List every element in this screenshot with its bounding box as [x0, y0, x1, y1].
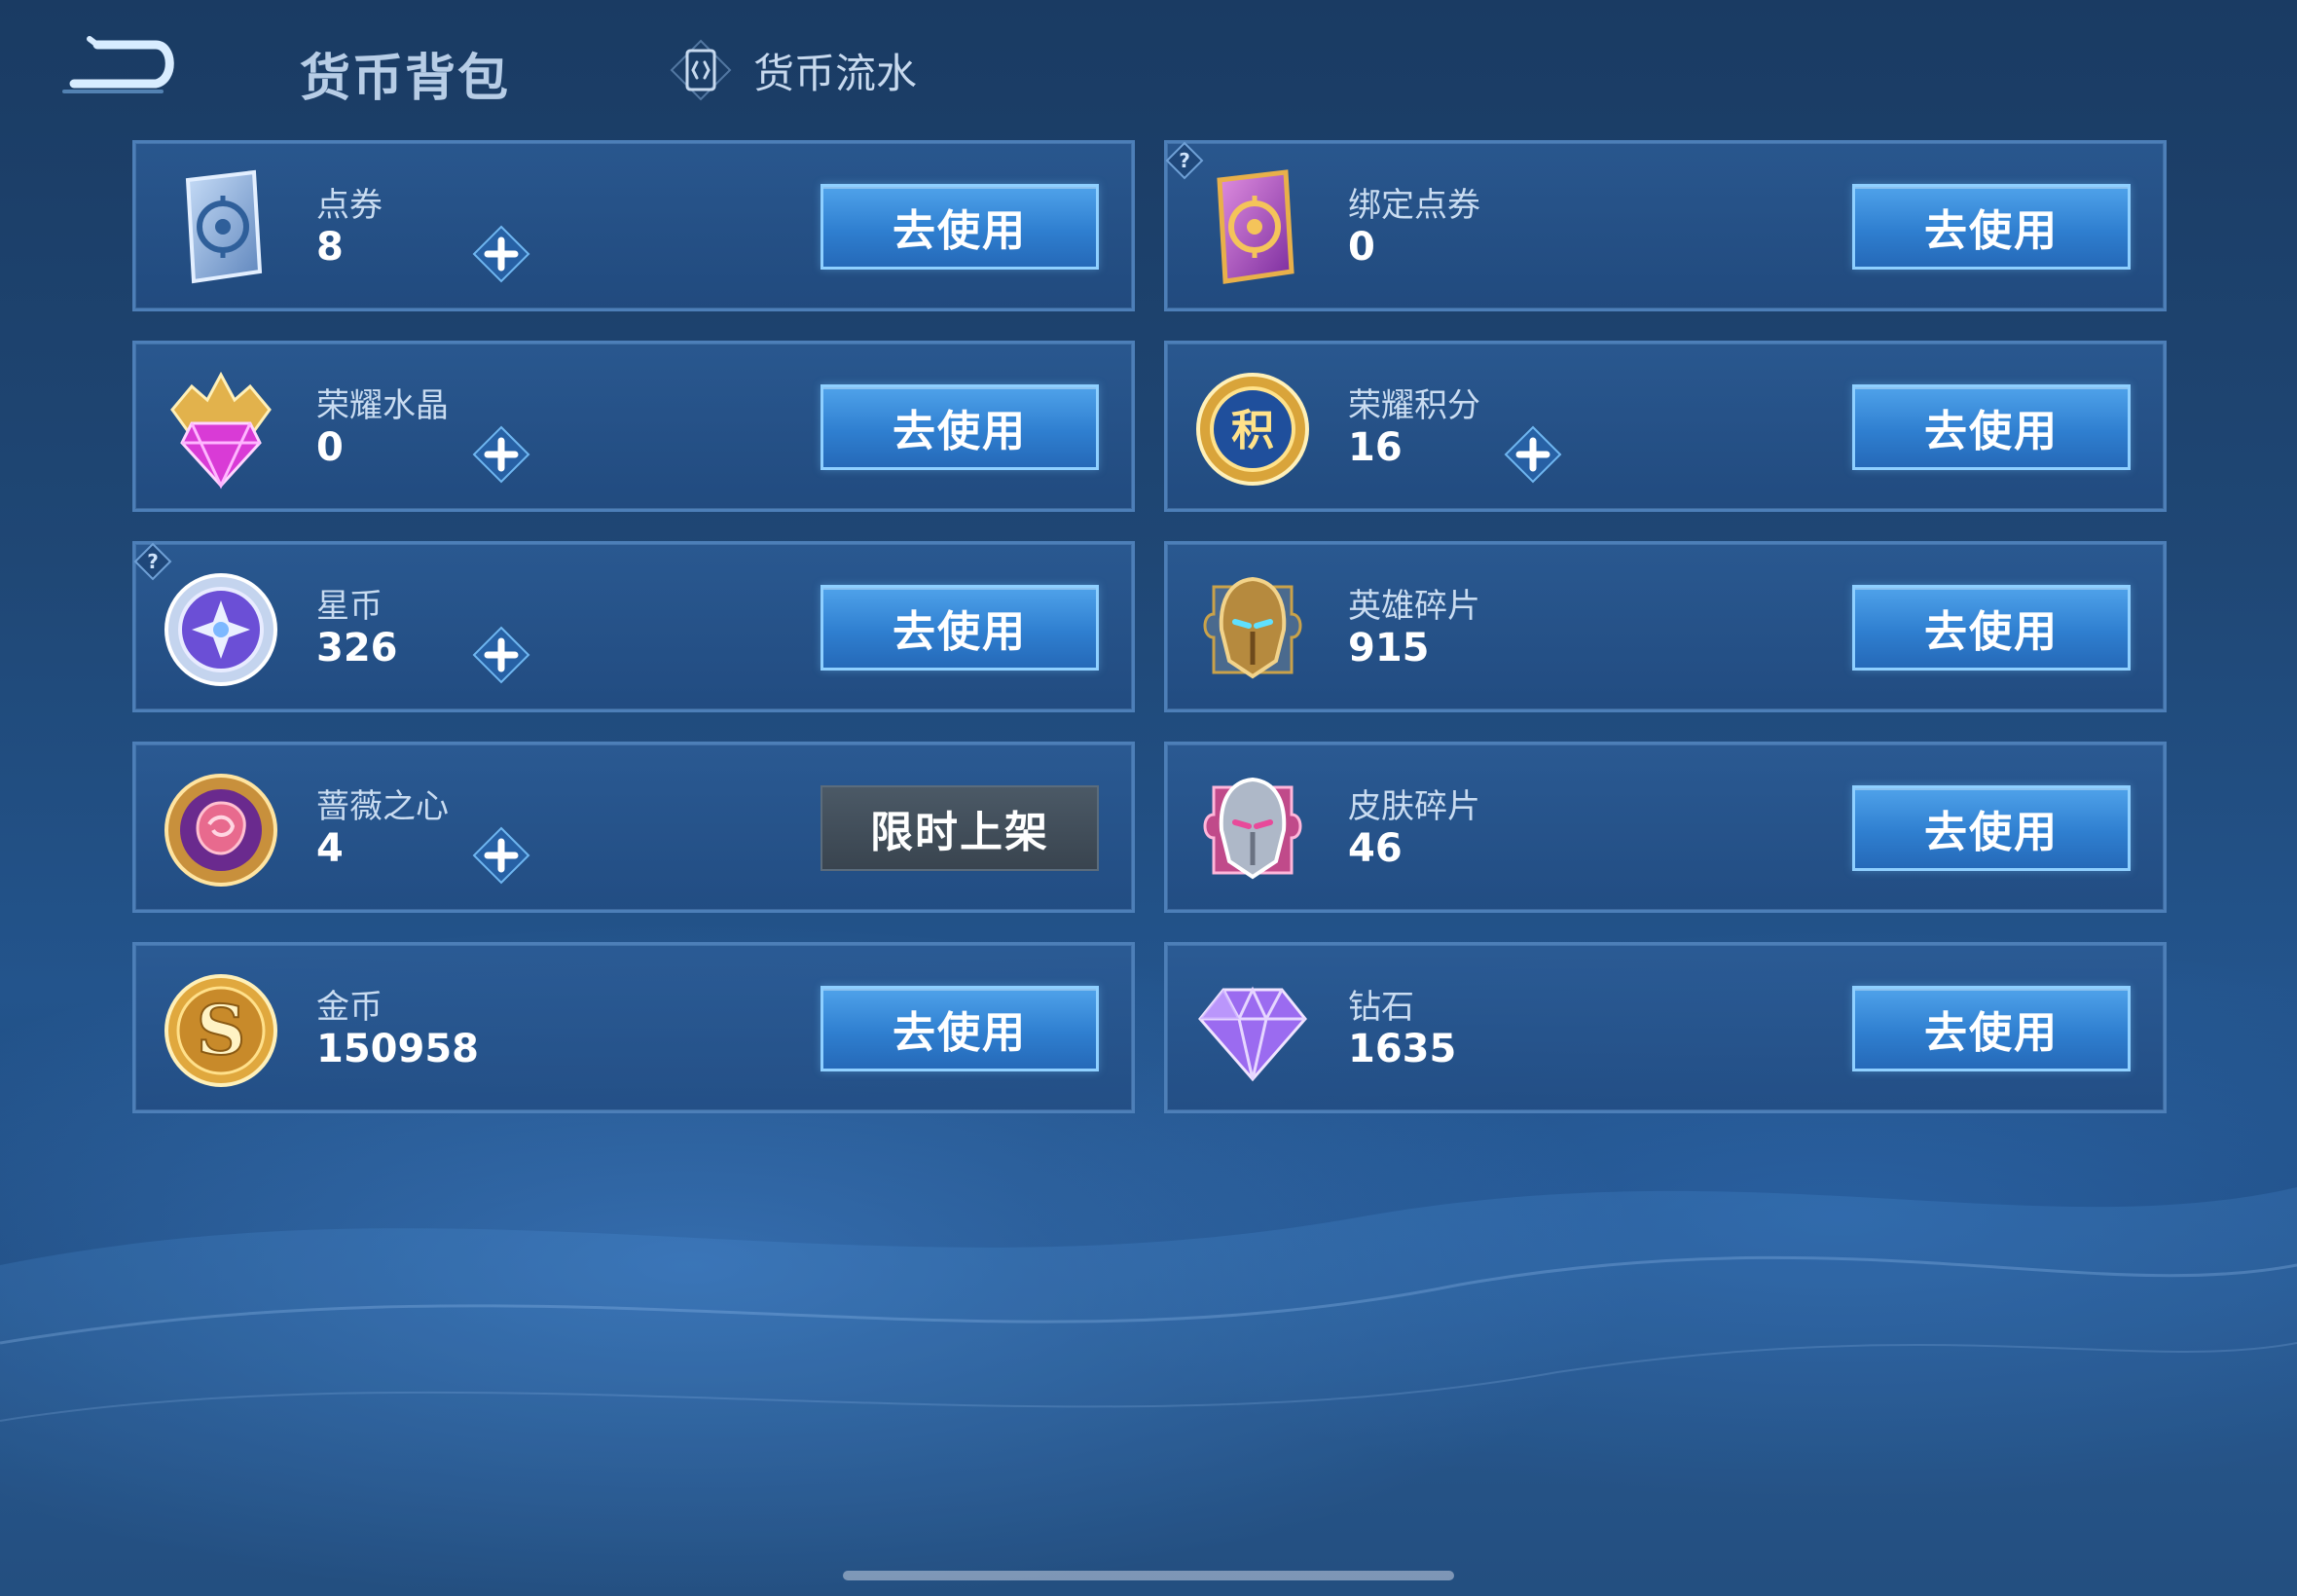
glory-points-icon: 积	[1196, 373, 1309, 486]
currency-amount: 16	[1348, 425, 1403, 470]
currency-name: 蔷薇之心	[316, 787, 449, 826]
glory-crystal-icon	[170, 371, 272, 490]
currency-card-voucher: 点券 8 去使用	[132, 140, 1135, 311]
header: 货币背包 货币流水	[0, 0, 2297, 136]
currency-card-bound-voucher: ? 绑定点券 0 去使用	[1164, 140, 2167, 311]
currency-name: 星币	[316, 587, 383, 626]
rose-heart-icon	[164, 774, 277, 887]
currency-name: 绑定点券	[1348, 186, 1480, 225]
currency-amount: 8	[316, 225, 344, 270]
background-swoosh	[0, 1187, 2297, 1596]
add-icon[interactable]	[470, 624, 532, 686]
currency-card-skin-fragment: 皮肤碎片 46 去使用	[1164, 742, 2167, 913]
currency-name: 点券	[316, 186, 383, 225]
tab-currency-ledger-label: 货币流水	[753, 49, 918, 97]
use-button[interactable]: 去使用	[820, 184, 1099, 270]
currency-name: 金币	[316, 988, 383, 1027]
currency-amount: 0	[1348, 225, 1375, 270]
use-button[interactable]: 去使用	[1852, 585, 2131, 671]
add-icon[interactable]	[1502, 423, 1564, 486]
home-indicator[interactable]	[843, 1571, 1454, 1580]
svg-text:?: ?	[1179, 149, 1190, 172]
use-button[interactable]: 去使用	[1852, 184, 2131, 270]
add-icon[interactable]	[470, 824, 532, 887]
currency-amount: 4	[316, 826, 344, 871]
limited-time-button[interactable]: 限时上架	[820, 785, 1099, 871]
currency-amount: 46	[1348, 826, 1403, 871]
currency-amount: 1635	[1348, 1027, 1457, 1071]
add-icon[interactable]	[470, 423, 532, 486]
currency-amount: 326	[316, 626, 398, 671]
page-title: 货币背包	[300, 50, 511, 108]
add-icon[interactable]	[470, 223, 532, 285]
currency-name: 荣耀水晶	[316, 386, 449, 425]
use-button[interactable]: 去使用	[820, 986, 1099, 1071]
skin-fragment-icon	[1203, 777, 1302, 880]
currency-card-diamond: 钻石 1635 去使用	[1164, 942, 2167, 1113]
use-button[interactable]: 去使用	[1852, 785, 2131, 871]
currency-amount: 915	[1348, 626, 1430, 671]
currency-card-rose-heart: 蔷薇之心 4 限时上架	[132, 742, 1135, 913]
currency-name: 英雄碎片	[1348, 587, 1480, 626]
currency-amount: 0	[316, 425, 344, 470]
gold-coin-icon: S	[164, 974, 277, 1087]
currency-card-glory-points: 积 荣耀积分 16 去使用	[1164, 341, 2167, 512]
use-button[interactable]: 去使用	[1852, 384, 2131, 470]
back-arrow-icon[interactable]	[55, 35, 179, 105]
use-button[interactable]: 去使用	[820, 585, 1099, 671]
currency-card-glory-crystal: 荣耀水晶 0 去使用	[132, 341, 1135, 512]
currency-name: 皮肤碎片	[1348, 787, 1480, 826]
ledger-icon	[670, 39, 732, 101]
hero-fragment-icon	[1203, 576, 1302, 679]
voucher-icon	[185, 169, 263, 284]
use-button[interactable]: 去使用	[1852, 986, 2131, 1071]
currency-card-gold-coin: S 金币 150958 去使用	[132, 942, 1135, 1113]
svg-text:?: ?	[147, 550, 159, 573]
tab-currency-ledger[interactable]: 货币流水	[670, 35, 917, 105]
svg-text:积: 积	[1231, 406, 1274, 455]
diamond-icon	[1198, 986, 1307, 1082]
bound-voucher-icon	[1217, 169, 1294, 284]
currency-amount: 150958	[316, 1027, 479, 1071]
currency-name: 钻石	[1348, 988, 1414, 1027]
currency-name: 荣耀积分	[1348, 386, 1480, 425]
svg-text:S: S	[197, 990, 246, 1070]
star-coin-icon	[164, 573, 277, 686]
currency-card-star-coin: ? 星币 326 去使用	[132, 541, 1135, 712]
use-button[interactable]: 去使用	[820, 384, 1099, 470]
currency-card-hero-fragment: 英雄碎片 915 去使用	[1164, 541, 2167, 712]
